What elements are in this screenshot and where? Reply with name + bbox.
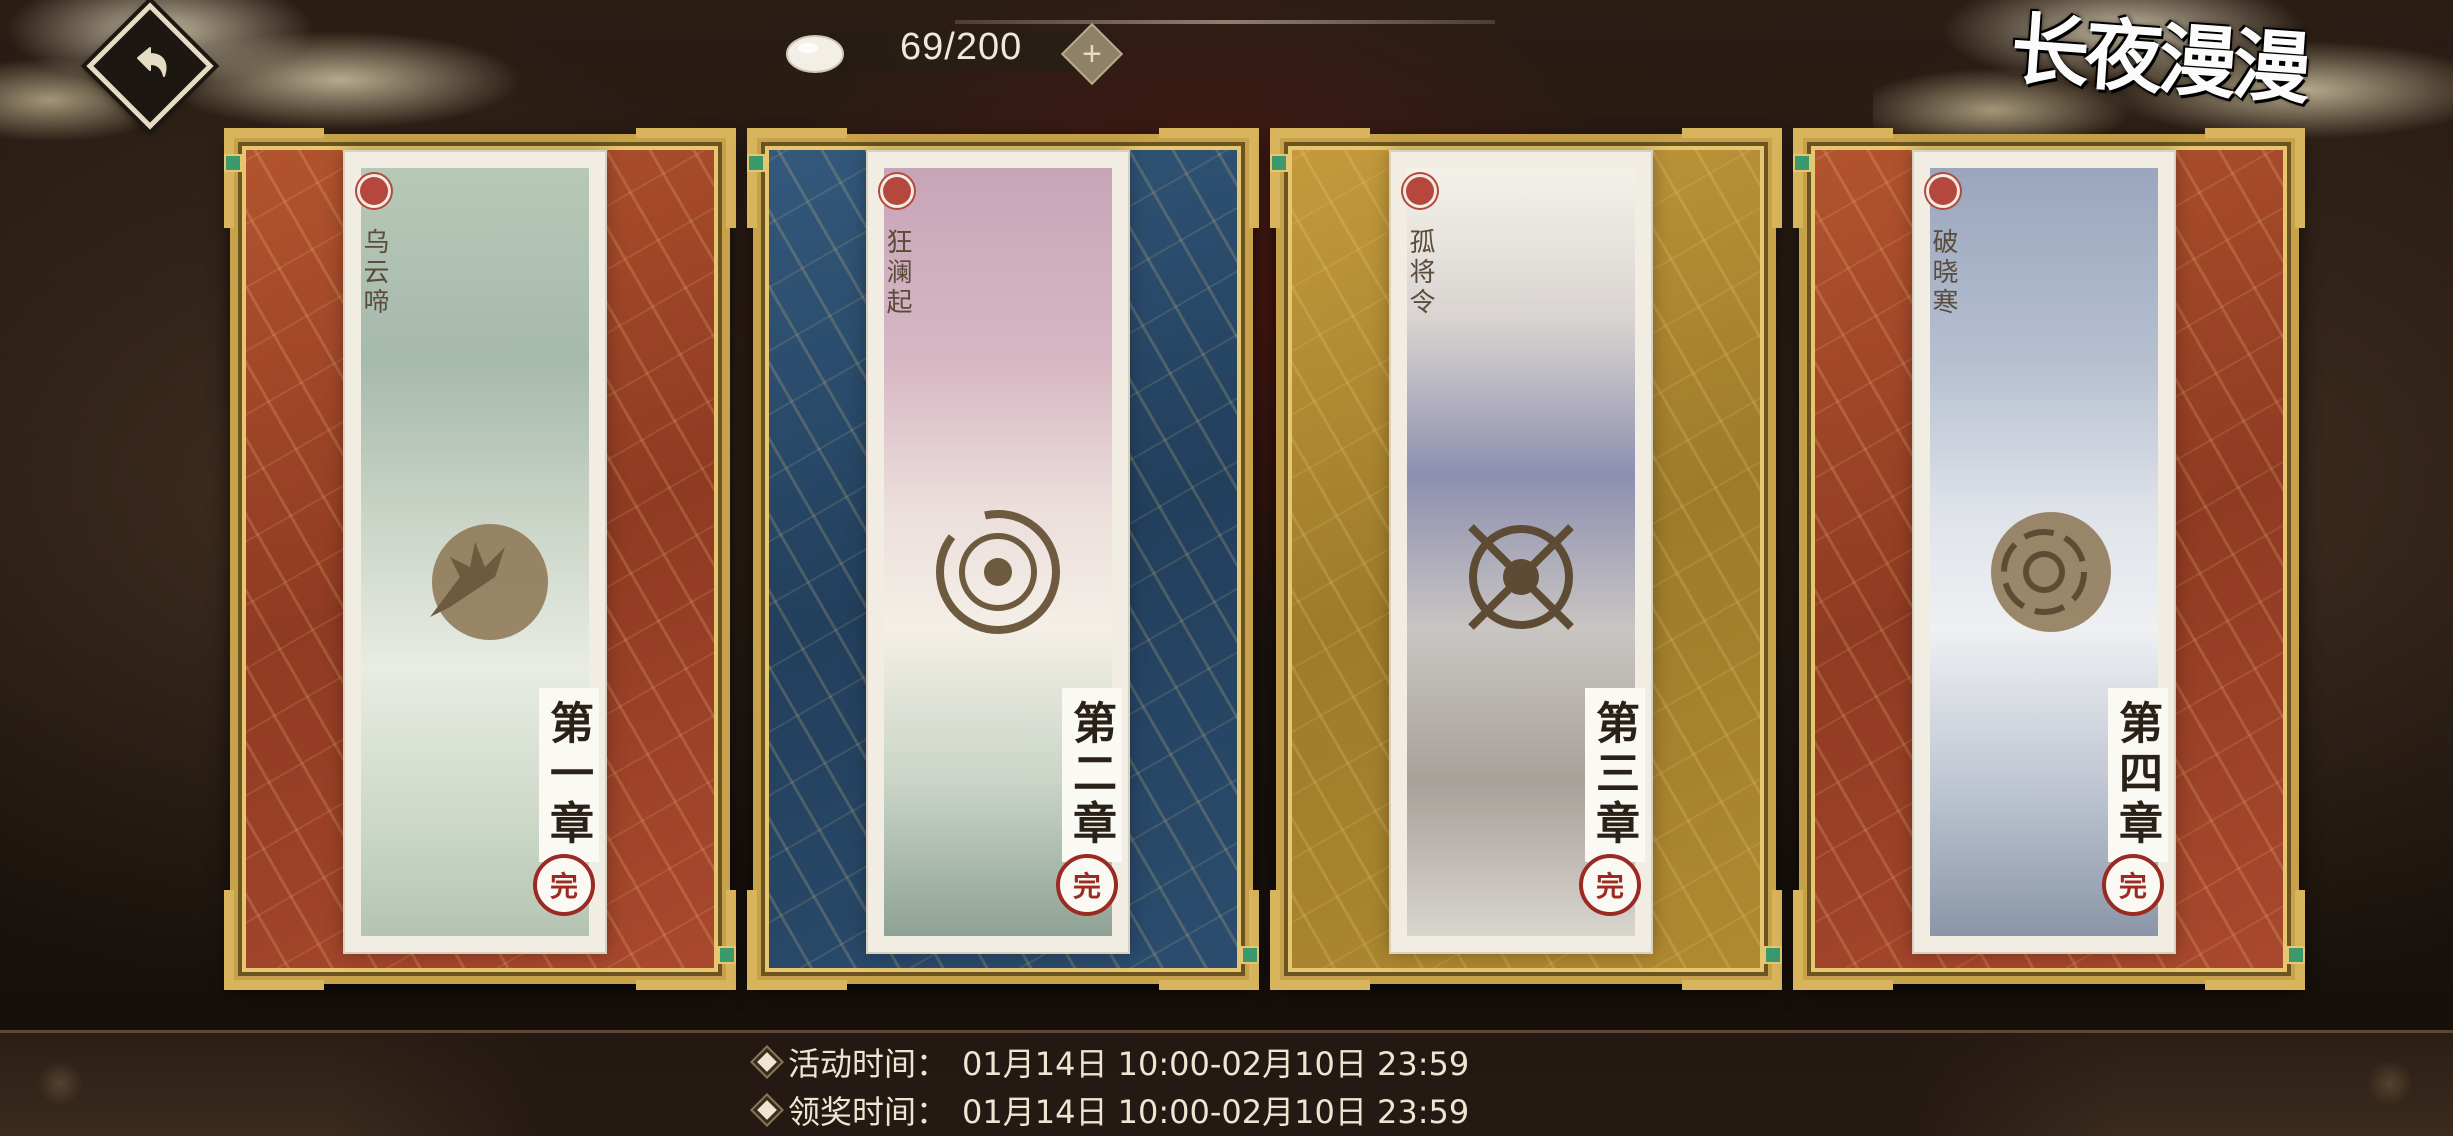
seal-icon bbox=[880, 174, 914, 208]
reward-time-label: 领奖时间： bbox=[788, 1093, 949, 1131]
completed-stamp: 完 bbox=[1056, 854, 1118, 916]
reward-time-value: 01月14日 10:00-02月10日 23:59 bbox=[962, 1093, 1470, 1131]
chapter-label: 第一章 bbox=[539, 688, 599, 862]
footer-bar: 活动时间： 01月14日 10:00-02月10日 23:59 领奖时间： 01… bbox=[0, 1030, 2453, 1136]
seal-icon bbox=[357, 174, 391, 208]
crossed-swords-icon bbox=[1468, 524, 1574, 630]
completed-stamp: 完 bbox=[533, 854, 595, 916]
diamond-bullet-icon bbox=[757, 1100, 777, 1120]
chapter-label: 第三章 bbox=[1585, 688, 1645, 862]
diamond-bullet-icon bbox=[757, 1052, 777, 1072]
chapter-card-3[interactable]: 孤将令 第三章 完 bbox=[1270, 128, 1782, 990]
currency-count: 69/200 bbox=[900, 26, 1023, 68]
chapter-card-1[interactable]: 乌云啼 第一章 完 bbox=[224, 128, 736, 990]
reward-time-row: 领奖时间： 01月14日 10:00-02月10日 23:59 bbox=[757, 1087, 1470, 1133]
chapter-scroll: 狂澜起 第二章 完 bbox=[868, 152, 1128, 952]
completed-stamp: 完 bbox=[1579, 854, 1641, 916]
activity-time-row: 活动时间： 01月14日 10:00-02月10日 23:59 bbox=[757, 1039, 1470, 1085]
chapter-label: 第四章 bbox=[2108, 688, 2168, 862]
activity-time-label: 活动时间： bbox=[788, 1045, 949, 1083]
back-button[interactable] bbox=[86, 2, 214, 130]
currency-counter: 69/200 + bbox=[780, 18, 1140, 86]
plus-icon: + bbox=[1082, 34, 1102, 73]
activity-time-value: 01月14日 10:00-02月10日 23:59 bbox=[962, 1045, 1470, 1083]
chapter-scroll: 孤将令 第三章 完 bbox=[1391, 152, 1651, 952]
completed-stamp: 完 bbox=[2102, 854, 2164, 916]
seal-icon bbox=[1403, 174, 1437, 208]
chapter-scroll: 乌云啼 第一章 完 bbox=[345, 152, 605, 952]
back-arrow-icon bbox=[137, 47, 167, 77]
chapter-label: 第二章 bbox=[1062, 688, 1122, 862]
chapter-scroll: 破晓寒 第四章 完 bbox=[1914, 152, 2174, 952]
chapter-card-2[interactable]: 狂澜起 第二章 完 bbox=[747, 128, 1259, 990]
seal-icon bbox=[1926, 174, 1960, 208]
chapter-subtitle: 孤将令 bbox=[1405, 228, 1435, 318]
ring-eye-icon bbox=[936, 510, 1060, 634]
chapter-subtitle: 破晓寒 bbox=[1928, 228, 1958, 318]
mochi-icon bbox=[786, 35, 844, 73]
chapter-list: 乌云啼 第一章 完 狂澜起 第二章 完 孤将令 第三章 完 破晓寒 第四章 完 bbox=[224, 128, 2305, 990]
chapter-subtitle: 乌云啼 bbox=[359, 228, 389, 318]
tree-moon-icon bbox=[430, 524, 548, 640]
chapter-card-4[interactable]: 破晓寒 第四章 完 bbox=[1793, 128, 2305, 990]
chapter-subtitle: 狂澜起 bbox=[882, 228, 912, 318]
swirl-moon-icon bbox=[1991, 512, 2111, 632]
